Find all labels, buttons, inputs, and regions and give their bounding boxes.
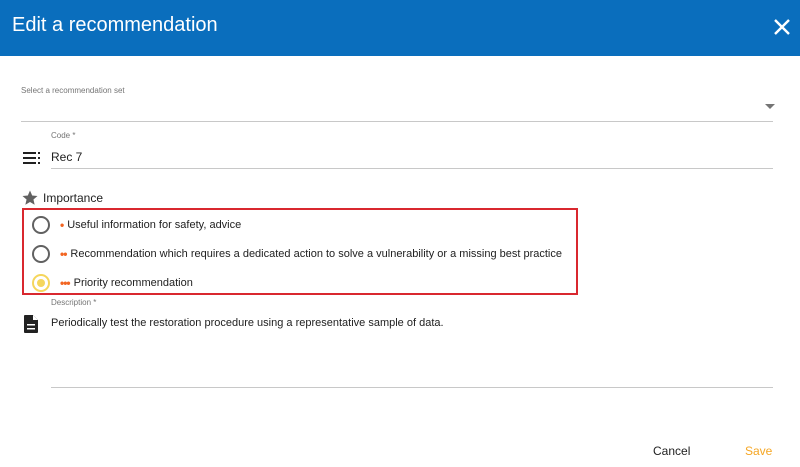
recommendation-set-underline	[21, 121, 773, 122]
importance-option-3[interactable]: ••• Priority recommendation	[32, 273, 193, 293]
importance-bullets: •••	[60, 276, 71, 290]
description-input[interactable]: Periodically test the restoration proced…	[51, 317, 444, 329]
radio-unchecked[interactable]	[32, 216, 50, 234]
description-underline	[51, 387, 773, 388]
close-icon[interactable]	[770, 15, 794, 39]
code-label: Code *	[51, 131, 76, 140]
dialog-title: Edit a recommendation	[12, 14, 218, 36]
cancel-button[interactable]: Cancel	[653, 444, 690, 458]
code-underline	[51, 168, 773, 169]
importance-label: Importance	[43, 191, 104, 205]
importance-option-1[interactable]: • Useful information for safety, advice	[32, 215, 241, 235]
importance-option-label: Priority recommendation	[73, 277, 193, 289]
list-icon	[23, 152, 40, 164]
dialog-header: Edit a recommendation	[0, 0, 800, 56]
dropdown-arrow-icon[interactable]	[765, 104, 775, 109]
description-label: Description *	[51, 298, 97, 307]
importance-option-label: Recommendation which requires a dedicate…	[70, 248, 562, 260]
save-button[interactable]: Save	[745, 444, 772, 458]
importance-option-label: Useful information for safety, advice	[67, 219, 242, 231]
importance-bullets: •	[60, 218, 64, 232]
star-icon	[22, 190, 38, 205]
importance-bullets: ••	[60, 247, 67, 261]
radio-unchecked[interactable]	[32, 245, 50, 263]
importance-option-2[interactable]: •• Recommendation which requires a dedic…	[32, 244, 562, 264]
document-icon	[24, 315, 38, 333]
radio-checked[interactable]	[32, 274, 50, 292]
radio-dot	[37, 279, 45, 287]
code-input[interactable]: Rec 7	[51, 150, 82, 164]
recommendation-set-select[interactable]	[21, 96, 773, 120]
recommendation-set-label: Select a recommendation set	[21, 86, 125, 95]
